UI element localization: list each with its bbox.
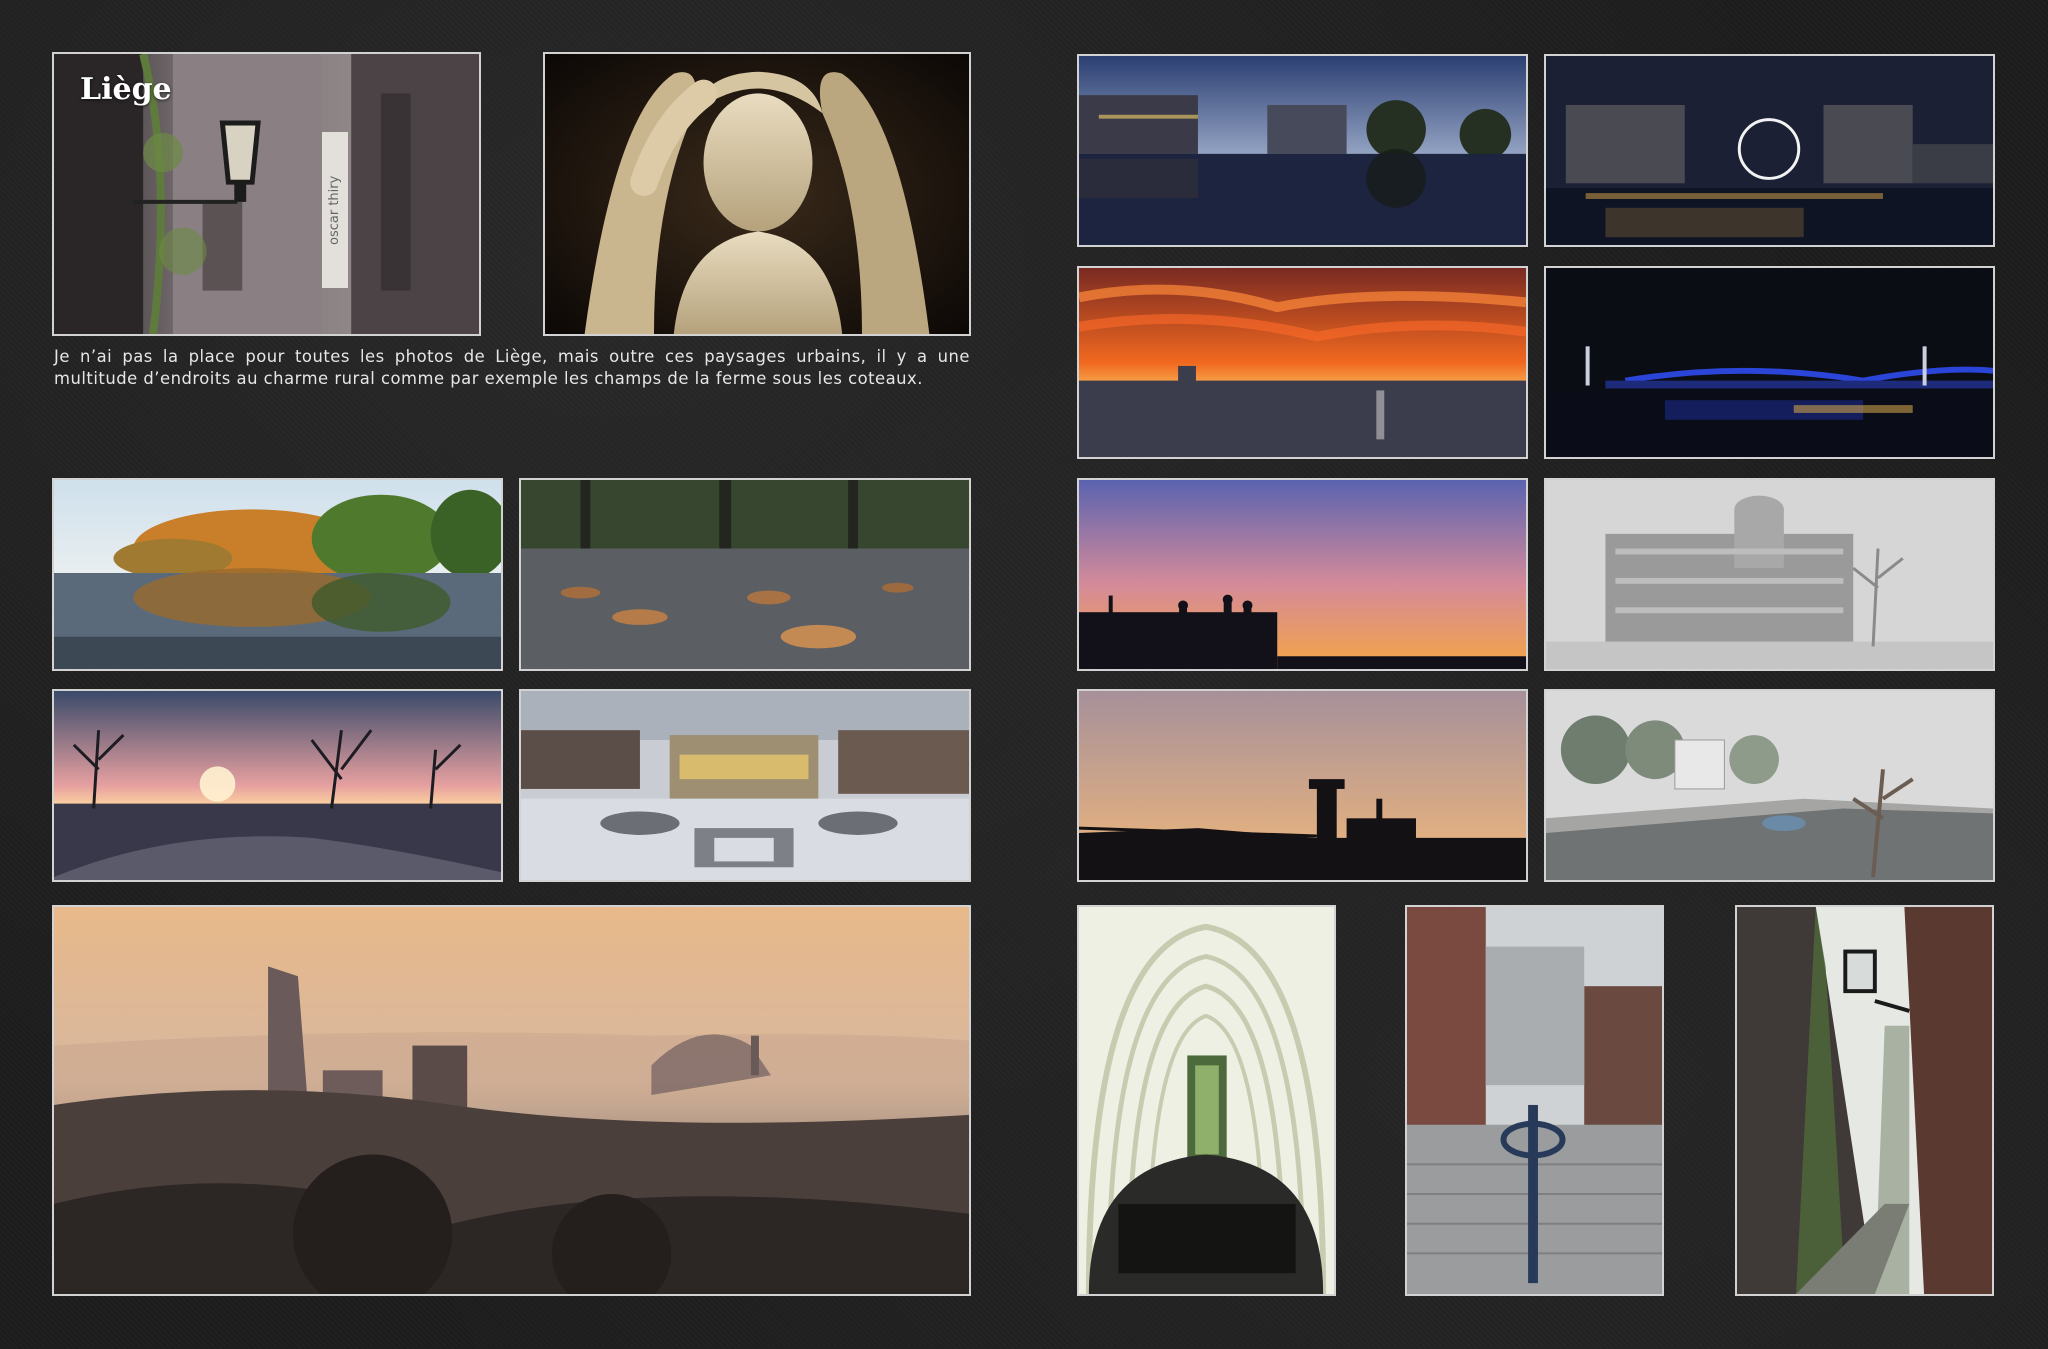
photo-leaves-path-image [521, 480, 969, 669]
photo-industrial-silhouette-image [1079, 691, 1526, 880]
photo-red-sunset [1077, 266, 1528, 459]
photo-city-stairs-image [1407, 907, 1662, 1294]
photo-narrow-alley [1735, 905, 1994, 1296]
photo-station-arches-image [1079, 907, 1334, 1294]
photo-rooftop-silhouettes [1077, 478, 1528, 671]
photo-foggy-building [1544, 478, 1995, 671]
photo-snowy-square-image [521, 691, 969, 880]
photo-industrial-silhouette [1077, 689, 1528, 882]
photo-foggy-canal-image [1546, 691, 1993, 880]
photo-street-lamp: oscar thiry Liège [52, 52, 481, 336]
photo-foggy-canal [1544, 689, 1995, 882]
page-caption: Je n’ai pas la place pour toutes les pho… [54, 347, 970, 388]
photo-station-arches [1077, 905, 1336, 1296]
page-title: Liège [80, 72, 172, 107]
photo-city-stairs [1405, 905, 1664, 1296]
photo-snowy-square [519, 689, 971, 882]
photo-rooftop-silhouettes-image [1079, 480, 1526, 669]
photo-sunset-field [52, 689, 503, 882]
photo-blue-bridge-night-image [1546, 268, 1993, 457]
photo-narrow-alley-image [1737, 907, 1992, 1294]
photo-leaves-path [519, 478, 971, 671]
photo-red-sunset-image [1079, 268, 1526, 457]
photo-angel-statue [543, 52, 971, 336]
photo-blue-bridge-night [1544, 266, 1995, 459]
photo-autumn-lake-image [54, 480, 501, 669]
photo-foggy-building-image [1546, 480, 1993, 669]
photo-city-dawn-panorama [52, 905, 971, 1296]
photo-city-dawn-panorama-image [54, 907, 969, 1294]
photo-river-dusk [1077, 54, 1528, 247]
photo-angel-statue-image [545, 54, 969, 334]
photo-sunset-field-image [54, 691, 501, 880]
photo-ferris-wheel-night-image [1546, 56, 1993, 245]
photo-river-dusk-image [1079, 56, 1526, 245]
photo-ferris-wheel-night [1544, 54, 1995, 247]
photo-autumn-lake [52, 478, 503, 671]
shop-sign: oscar thiry [322, 132, 348, 288]
